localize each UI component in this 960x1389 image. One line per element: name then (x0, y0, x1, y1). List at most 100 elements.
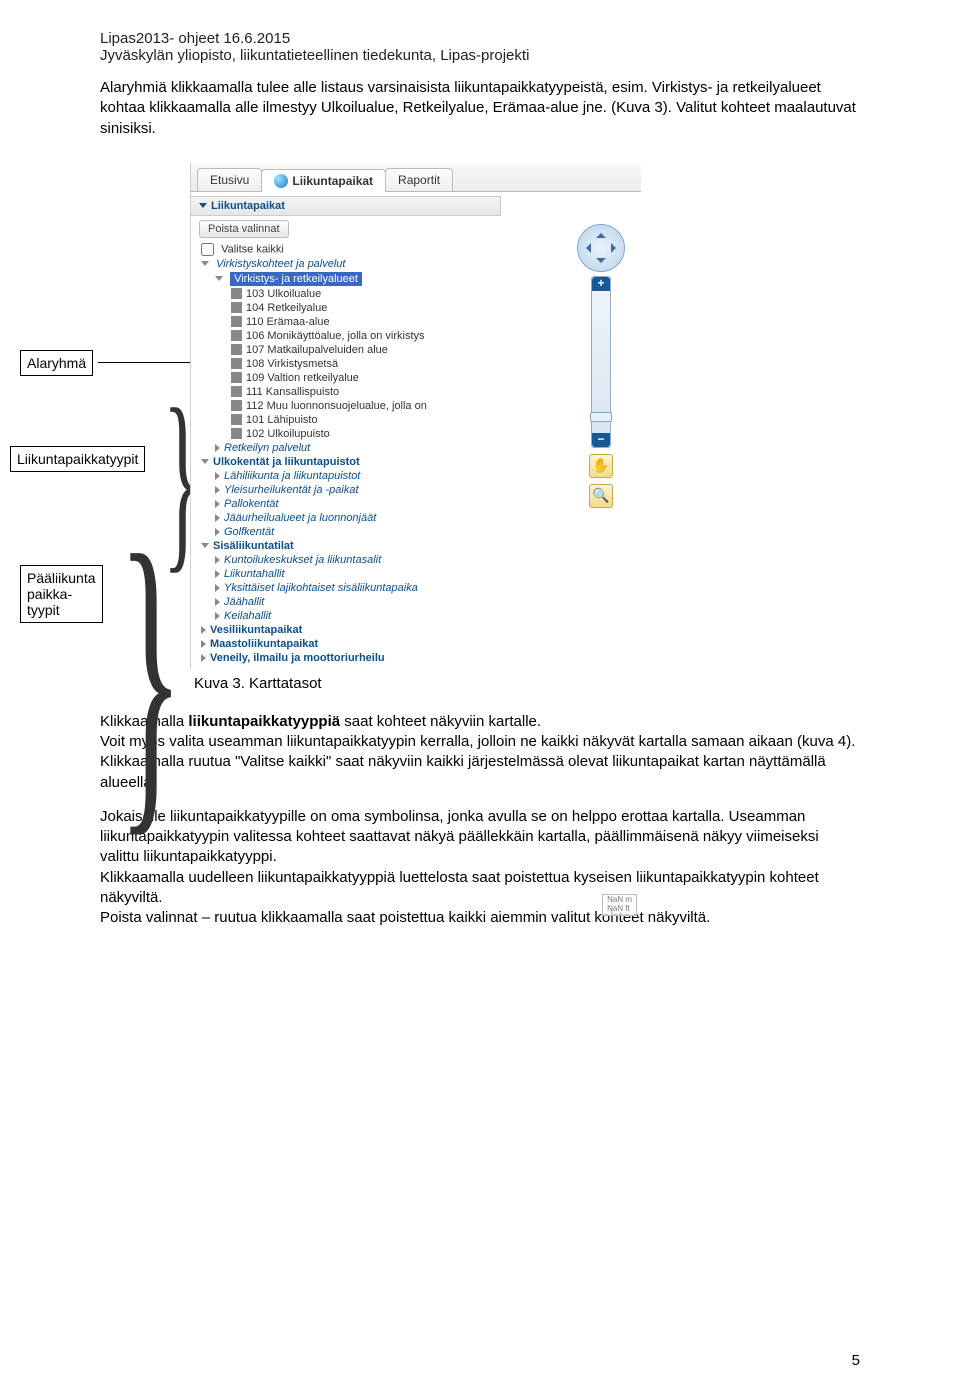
subcategory-label: Jäähallit (224, 596, 264, 608)
callout-line (98, 362, 194, 363)
body-paragraph-1: Klikkaamalla liikuntapaikkatyyppiä saat … (100, 712, 860, 793)
side-panel: Liikuntapaikat Poista valinnat Valitse k… (191, 192, 501, 669)
type-row[interactable]: 108 Virkistysmetsä (191, 357, 501, 371)
category-label: Sisäliikuntatilat (213, 540, 294, 552)
zoom-in-button[interactable]: + (592, 277, 610, 291)
type-row[interactable]: 112 Muu luonnonsuojelualue, jolla on (191, 399, 501, 413)
subcategory-row[interactable]: Liikuntahallit (191, 567, 501, 581)
chevron-right-icon (201, 654, 206, 662)
chevron-down-icon (215, 276, 223, 281)
subcategory-row[interactable]: Kuntoilukeskukset ja liikuntasalit (191, 553, 501, 567)
swatch-icon (231, 358, 242, 369)
selected-subcategory-label: Virkistys- ja retkeilyalueet (230, 272, 362, 286)
subcategory-label: Liikuntahallit (224, 568, 285, 580)
category-row[interactable]: Virkistyskohteet ja palvelut (191, 257, 501, 271)
chevron-down-icon (201, 543, 209, 548)
type-row[interactable]: 111 Kansallispuisto (191, 385, 501, 399)
swatch-icon (231, 414, 242, 425)
tab-liikuntapaikat[interactable]: Liikuntapaikat (261, 169, 386, 192)
tab-bar: Etusivu Liikuntapaikat Raportit (191, 163, 641, 192)
type-row[interactable]: 110 Erämaa-alue (191, 315, 501, 329)
figure-caption: Kuva 3. Karttatasot (194, 675, 860, 692)
chevron-right-icon (215, 444, 220, 452)
chevron-right-icon (215, 500, 220, 508)
arrow-right-icon (611, 243, 621, 253)
category-row[interactable]: Maastoliikuntapaikat (191, 637, 501, 651)
clear-selections-button[interactable]: Poista valinnat (199, 220, 289, 238)
category-row[interactable]: Ulkokentät ja liikuntapuistot (191, 455, 501, 469)
type-row[interactable]: 103 Ulkoilualue (191, 287, 501, 301)
subcategory-row[interactable]: Keilahallit (191, 609, 501, 623)
subcategory-label: Yleisurheilukentät ja -paikat (224, 484, 359, 496)
intro-paragraph: Alaryhmiä klikkaamalla tulee alle listau… (100, 78, 860, 139)
hand-tool-button[interactable]: ✋ (589, 454, 613, 478)
category-row[interactable]: Sisäliikuntatilat (191, 539, 501, 553)
chevron-right-icon (215, 514, 220, 522)
header-line-2: Jyväskylän yliopisto, liikuntatieteellin… (100, 47, 860, 64)
type-label: 103 Ulkoilualue (246, 288, 321, 300)
tab-raportit[interactable]: Raportit (385, 168, 453, 191)
swatch-icon (231, 288, 242, 299)
zoom-out-button[interactable]: − (592, 433, 610, 447)
category-label: Virkistyskohteet ja palvelut (216, 258, 345, 270)
callout-paaliikunta: Pääliikunta paikka- tyypit (20, 565, 103, 623)
type-label: 112 Muu luonnonsuojelualue, jolla on (246, 400, 427, 412)
chevron-right-icon (215, 486, 220, 494)
chevron-right-icon (201, 640, 206, 648)
swatch-icon (231, 330, 242, 341)
swatch-icon (231, 316, 242, 327)
category-row[interactable]: Veneily, ilmailu ja moottoriurheilu (191, 651, 501, 665)
zoom-slider[interactable]: + − (591, 276, 611, 448)
category-label: Veneily, ilmailu ja moottoriurheilu (210, 652, 385, 664)
pan-control[interactable] (577, 224, 625, 272)
type-row[interactable]: 102 Ulkoilupuisto (191, 427, 501, 441)
category-label: Vesiliikuntapaikat (210, 624, 302, 636)
type-row[interactable]: 109 Valtion retkeilyalue (191, 371, 501, 385)
select-all-row[interactable]: Valitse kaikki (191, 242, 501, 257)
chevron-right-icon (215, 598, 220, 606)
subcategory-row[interactable]: Jääurheilualueet ja luonnonjäät (191, 511, 501, 525)
subcategory-selected[interactable]: Virkistys- ja retkeilyalueet (191, 271, 501, 287)
chevron-right-icon (215, 556, 220, 564)
subcategory-label: Golfkentät (224, 526, 274, 538)
chevron-right-icon (215, 472, 220, 480)
page-number: 5 (852, 1352, 860, 1369)
panel-heading-label: Liikuntapaikat (211, 200, 285, 212)
page: Lipas2013- ohjeet 16.6.2015 Jyväskylän y… (0, 0, 960, 1389)
chevron-down-icon (199, 203, 207, 208)
scale-ft: NaN ft (607, 904, 630, 913)
subcategory-row[interactable]: Lähiliikunta ja liikuntapuistot (191, 469, 501, 483)
subcategory-row[interactable]: Yleisurheilukentät ja -paikat (191, 483, 501, 497)
subcategory-label: Yksittäiset lajikohtaiset sisäliikuntapa… (224, 582, 418, 594)
subcategory-row[interactable]: Yksittäiset lajikohtaiset sisäliikuntapa… (191, 581, 501, 595)
category-row[interactable]: Vesiliikuntapaikat (191, 623, 501, 637)
type-label: 109 Valtion retkeilyalue (246, 372, 359, 384)
body-paragraph-2: Voit myös valita useamman liikuntapaikka… (100, 733, 855, 791)
scale-readout: NaN m NaN ft (602, 894, 637, 916)
subcategory-row[interactable]: Pallokentät (191, 497, 501, 511)
category-label: Ulkokentät ja liikuntapuistot (213, 456, 360, 468)
type-row[interactable]: 106 Monikäyttöalue, jolla on virkistys (191, 329, 501, 343)
arrow-down-icon (596, 258, 606, 268)
zoom-handle[interactable] (590, 412, 612, 422)
header-line-1: Lipas2013- ohjeet 16.6.2015 (100, 30, 860, 47)
tab-etusivu[interactable]: Etusivu (197, 168, 262, 191)
subcategory-row[interactable]: Golfkentät (191, 525, 501, 539)
scale-m: NaN m (607, 895, 632, 904)
text: saat kohteet näkyviin kartalle. (340, 713, 541, 730)
globe-icon (274, 174, 288, 188)
type-row[interactable]: 101 Lähipuisto (191, 413, 501, 427)
swatch-icon (231, 302, 242, 313)
subcategory-row[interactable]: Retkeilyn palvelut (191, 441, 501, 455)
arrow-up-icon (596, 228, 606, 238)
chevron-right-icon (215, 528, 220, 536)
panel-heading[interactable]: Liikuntapaikat (191, 196, 501, 216)
swatch-icon (231, 372, 242, 383)
select-all-checkbox[interactable] (201, 243, 214, 256)
identify-tool-button[interactable]: 🔍 (589, 484, 613, 508)
subcategory-row[interactable]: Jäähallit (191, 595, 501, 609)
subcategory-label: Kuntoilukeskukset ja liikuntasalit (224, 554, 381, 566)
swatch-icon (231, 400, 242, 411)
type-row[interactable]: 107 Matkailupalveluiden alue (191, 343, 501, 357)
type-row[interactable]: 104 Retkeilyalue (191, 301, 501, 315)
